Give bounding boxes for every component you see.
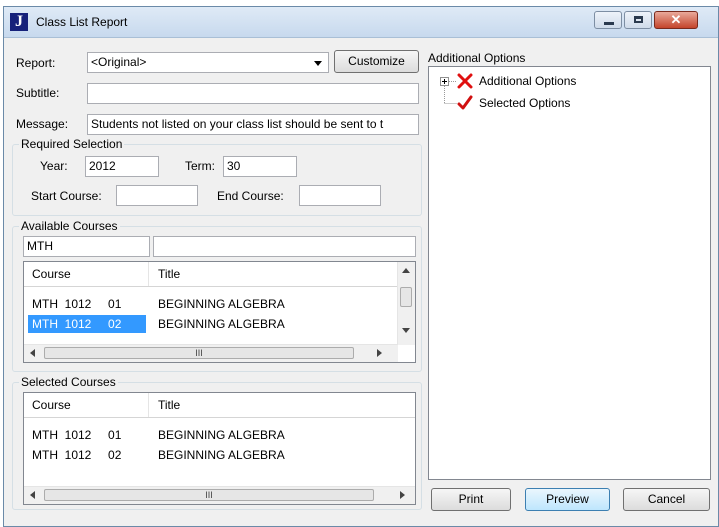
window-title: Class List Report	[36, 15, 128, 29]
report-select[interactable]: <Original>	[87, 52, 329, 73]
available-courses-list[interactable]: Course Title MTH 1012 01 BEGINNING ALGEB…	[23, 261, 416, 363]
scroll-down-icon[interactable]	[402, 328, 410, 333]
cancel-button[interactable]: Cancel	[623, 488, 710, 511]
column-divider[interactable]	[148, 262, 149, 286]
table-row[interactable]: MTH 1012 01 BEGINNING ALGEBRA	[24, 294, 415, 314]
red-x-icon	[457, 73, 473, 89]
column-header-title[interactable]: Title	[158, 398, 180, 412]
horizontal-scroll-thumb[interactable]: III	[44, 489, 374, 501]
report-select-value: <Original>	[91, 55, 147, 69]
chevron-down-icon	[314, 61, 322, 66]
report-label: Report:	[16, 56, 56, 70]
scroll-left-icon[interactable]	[30, 349, 35, 357]
horizontal-scroll-thumb[interactable]: III	[44, 347, 354, 359]
scroll-right-icon[interactable]	[400, 491, 405, 499]
required-selection-title: Required Selection	[19, 137, 125, 151]
vertical-scrollbar[interactable]	[397, 262, 415, 345]
scroll-up-icon[interactable]	[402, 268, 410, 273]
tree-item-selected-options[interactable]: Selected Options	[479, 96, 570, 110]
title-cell: BEGINNING ALGEBRA	[158, 428, 285, 442]
end-course-input[interactable]	[299, 185, 381, 206]
close-button[interactable]: ✕	[654, 11, 698, 29]
print-button[interactable]: Print	[431, 488, 511, 511]
start-course-input[interactable]	[116, 185, 198, 206]
vertical-scroll-thumb[interactable]	[400, 287, 412, 307]
message-input[interactable]: Students not listed on your class list s…	[87, 114, 419, 135]
maximize-icon	[634, 16, 643, 23]
term-label: Term:	[185, 159, 215, 173]
table-row-selected[interactable]: MTH 1012 02 BEGINNING ALGEBRA	[24, 314, 415, 334]
app-icon: J	[10, 13, 28, 31]
additional-options-label: Additional Options	[428, 51, 526, 65]
list-header: Course Title	[24, 262, 415, 287]
red-checkmark-icon	[457, 95, 473, 110]
class-list-report-window: J Class List Report ✕ Report: <Original>…	[3, 6, 719, 527]
horizontal-scrollbar[interactable]: III	[24, 486, 415, 504]
minimize-button[interactable]	[594, 11, 622, 29]
selected-courses-group: Selected Courses Course Title MTH 1012 0…	[12, 375, 422, 510]
table-row[interactable]: MTH 1012 01 BEGINNING ALGEBRA	[24, 425, 415, 445]
available-courses-group: Available Courses MTH Course Title MTH 1…	[12, 219, 422, 372]
selected-courses-title: Selected Courses	[19, 375, 118, 389]
scroll-left-icon[interactable]	[30, 491, 35, 499]
term-input[interactable]: 30	[223, 156, 297, 177]
column-header-title[interactable]: Title	[158, 267, 180, 281]
title-cell: BEGINNING ALGEBRA	[158, 448, 285, 462]
year-label: Year:	[40, 159, 68, 173]
maximize-button[interactable]	[624, 11, 652, 29]
title-bar[interactable]: J Class List Report ✕	[4, 7, 718, 38]
close-icon: ✕	[670, 12, 682, 27]
course-cell: MTH 1012 02	[32, 317, 122, 331]
year-input[interactable]: 2012	[85, 156, 159, 177]
list-header: Course Title	[24, 393, 415, 418]
additional-options-tree[interactable]: + Additional Options Selected Options	[428, 66, 711, 480]
column-header-course[interactable]: Course	[32, 267, 71, 281]
course-cell: MTH 1012 01	[32, 428, 122, 442]
preview-button[interactable]: Preview	[525, 488, 610, 511]
end-course-label: End Course:	[217, 189, 284, 203]
title-cell: BEGINNING ALGEBRA	[158, 297, 285, 311]
course-filter-input[interactable]: MTH	[23, 236, 150, 257]
subtitle-input[interactable]	[87, 83, 419, 104]
title-filter-input[interactable]	[153, 236, 416, 257]
tree-item-additional-options[interactable]: Additional Options	[479, 74, 576, 88]
table-row[interactable]: MTH 1012 02 BEGINNING ALGEBRA	[24, 445, 415, 465]
customize-button[interactable]: Customize	[334, 50, 419, 73]
message-label: Message:	[16, 117, 69, 131]
required-selection-group: Required Selection Year: 2012 Term: 30 S…	[12, 137, 422, 216]
horizontal-scrollbar[interactable]: III	[24, 344, 398, 362]
selected-courses-list[interactable]: Course Title MTH 1012 01 BEGINNING ALGEB…	[23, 392, 416, 505]
column-header-course[interactable]: Course	[32, 398, 71, 412]
course-cell: MTH 1012 02	[32, 448, 122, 462]
available-courses-title: Available Courses	[19, 219, 120, 233]
title-cell: BEGINNING ALGEBRA	[158, 317, 285, 331]
course-cell: MTH 1012 01	[32, 297, 122, 311]
subtitle-label: Subtitle:	[16, 86, 60, 100]
minimize-icon	[604, 22, 614, 25]
start-course-label: Start Course:	[31, 189, 102, 203]
scroll-right-icon[interactable]	[377, 349, 382, 357]
column-divider[interactable]	[148, 393, 149, 417]
